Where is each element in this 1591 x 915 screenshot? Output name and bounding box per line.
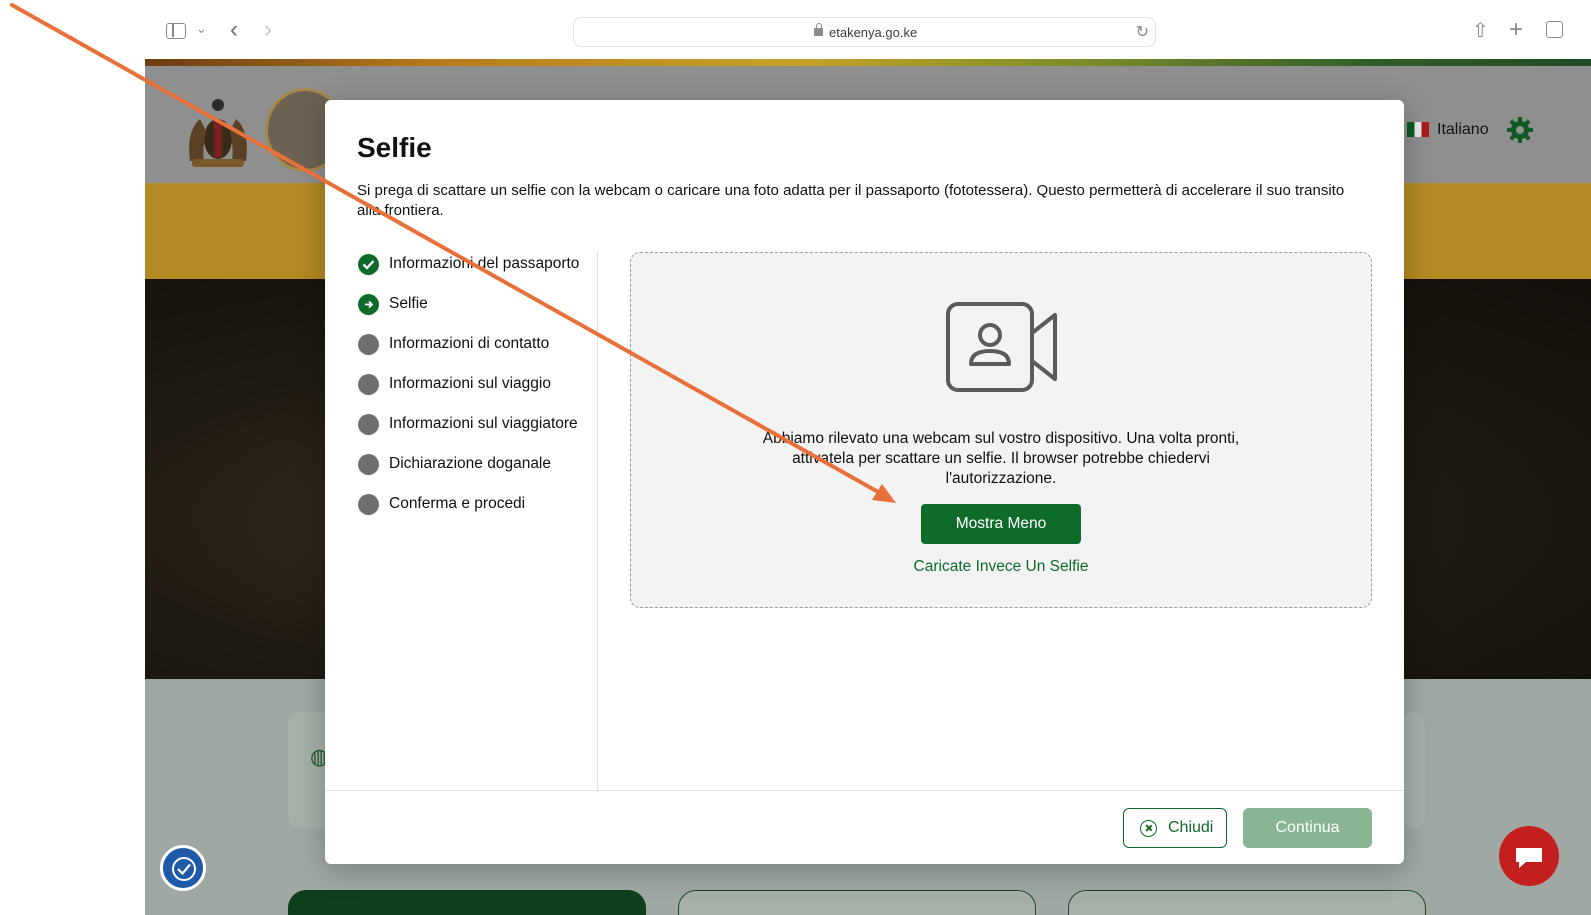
screenshot-root: ⌄ ‹ › etakenya.go.ke ↻ ⇧ + Italiano ◍ Se… xyxy=(0,0,1591,915)
italian-flag-icon xyxy=(1407,122,1429,137)
forward-icon[interactable]: › xyxy=(264,16,272,44)
bottom-tab[interactable] xyxy=(288,890,646,915)
close-button[interactable]: Chiudi xyxy=(1123,808,1227,848)
bottom-tab[interactable] xyxy=(1068,890,1426,915)
bottom-tab[interactable] xyxy=(678,890,1036,915)
accessibility-button[interactable] xyxy=(160,845,206,891)
coat-of-arms-icon xyxy=(189,99,247,167)
continue-button[interactable]: Continua xyxy=(1243,808,1372,848)
dialog-description: Si prega di scattare un selfie con la we… xyxy=(357,182,1345,219)
arrow-right-circle-icon xyxy=(358,294,379,315)
dialog-title: Selfie xyxy=(357,132,432,163)
pending-dot-icon xyxy=(358,454,379,475)
step-label: Selfie xyxy=(389,295,428,312)
gear-icon[interactable] xyxy=(1506,116,1534,144)
close-button-label: Chiudi xyxy=(1168,819,1214,836)
share-icon[interactable]: ⇧ xyxy=(1472,18,1489,43)
check-circle-icon xyxy=(358,254,379,275)
chevron-down-icon[interactable]: ⌄ xyxy=(196,21,207,37)
close-circle-icon xyxy=(1140,820,1157,837)
sidebar-icon[interactable] xyxy=(166,23,186,39)
step-confirm: Conferma e procedi xyxy=(357,492,597,532)
address-bar[interactable]: etakenya.go.ke ↻ xyxy=(573,17,1156,47)
pending-dot-icon xyxy=(358,494,379,515)
step-trip-info: Informazioni sul viaggio xyxy=(357,372,597,412)
step-label: Informazioni sul viaggiatore xyxy=(389,415,578,432)
tabs-icon[interactable] xyxy=(1546,21,1563,38)
upload-selfie-link[interactable]: Caricate Invece Un Selfie xyxy=(631,558,1371,576)
divider xyxy=(597,252,598,792)
plus-icon[interactable]: + xyxy=(1509,16,1523,44)
back-icon[interactable]: ‹ xyxy=(230,16,238,44)
footer-divider xyxy=(325,790,1404,791)
video-camera-user-icon xyxy=(946,302,1057,392)
step-label: Informazioni sul viaggio xyxy=(389,375,551,392)
accessibility-icon xyxy=(172,857,196,881)
lock-icon xyxy=(814,23,823,36)
chat-button[interactable] xyxy=(1499,826,1559,886)
step-label: Dichiarazione doganale xyxy=(389,455,552,472)
browser-toolbar: ⌄ ‹ › etakenya.go.ke ↻ ⇧ + xyxy=(0,0,1591,62)
pending-dot-icon xyxy=(358,334,379,355)
pending-dot-icon xyxy=(358,414,379,435)
url-text: etakenya.go.ke xyxy=(829,25,918,40)
selfie-dialog: Selfie Si prega di scattare un selfie co… xyxy=(325,100,1404,864)
step-traveler-info: Informazioni sul viaggiatore xyxy=(357,412,597,452)
show-less-button[interactable]: Mostra Meno xyxy=(921,504,1081,544)
progress-steps: Informazioni del passaporto Selfie Infor… xyxy=(357,252,597,532)
step-customs-declaration: Dichiarazione doganale xyxy=(357,452,597,492)
step-label: Informazioni del passaporto xyxy=(389,255,580,272)
service-card xyxy=(1403,712,1425,828)
step-label: Informazioni di contatto xyxy=(389,335,550,352)
step-passport-info: Informazioni del passaporto xyxy=(357,252,597,292)
chat-icon xyxy=(1516,848,1542,868)
selfie-capture-area: Abbiamo rilevato una webcam sul vostro d… xyxy=(630,252,1372,608)
step-selfie: Selfie xyxy=(357,292,597,332)
pending-dot-icon xyxy=(358,374,379,395)
color-stripe xyxy=(145,59,1591,66)
webcam-detected-message: Abbiamo rilevato una webcam sul vostro d… xyxy=(762,430,1240,487)
step-label: Conferma e procedi xyxy=(389,495,526,512)
language-selector[interactable]: Italiano xyxy=(1437,121,1489,139)
step-contact-info: Informazioni di contatto xyxy=(357,332,597,372)
reload-icon[interactable]: ↻ xyxy=(1136,22,1149,42)
